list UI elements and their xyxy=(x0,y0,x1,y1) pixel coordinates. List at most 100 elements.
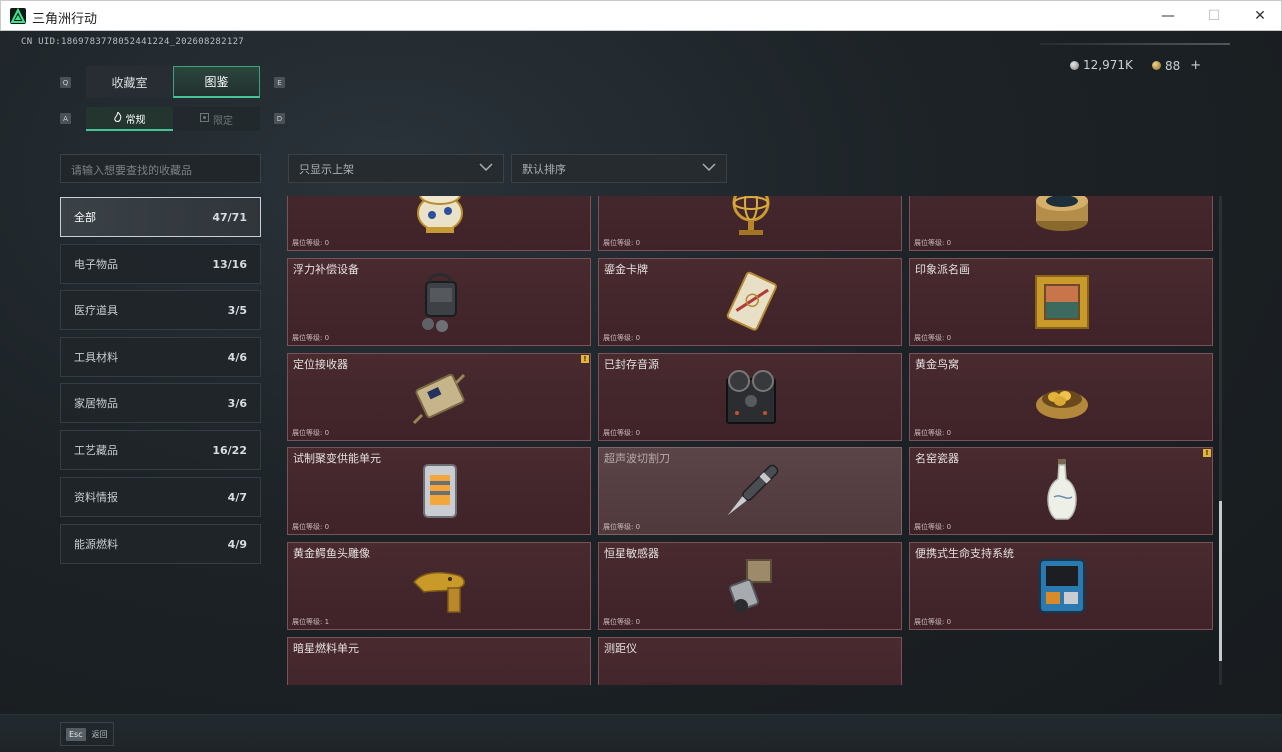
subtab-limited-label: 限定 xyxy=(213,115,233,127)
shelf-filter-dropdown[interactable]: 只显示上架 xyxy=(288,154,504,183)
category-electronics[interactable]: 电子物品 13/16 xyxy=(60,244,261,284)
category-medical[interactable]: 医疗道具 3/5 xyxy=(60,290,261,330)
collectible-card[interactable]: 印象派名画 展位等级: 0 xyxy=(909,258,1213,346)
display-level: 展位等级: 0 xyxy=(914,618,952,626)
category-count: 13/16 xyxy=(212,257,247,271)
add-currency-button[interactable]: + xyxy=(1190,58,1201,73)
fuel-cell-icon xyxy=(410,644,470,685)
collectible-card[interactable]: 便携式生命支持系统展位等级: 0 xyxy=(909,542,1213,630)
faberge-egg-icon xyxy=(410,196,470,246)
category-count: 4/9 xyxy=(227,537,247,551)
item-name: 名窑瓷器 xyxy=(915,452,959,465)
item-name: 测距仪 xyxy=(604,642,637,655)
warning-badge-icon: ! xyxy=(1203,449,1211,457)
maximize-button[interactable]: ☐ xyxy=(1191,1,1237,31)
category-label: 全部 xyxy=(74,211,96,224)
gold-amount: 88 xyxy=(1165,58,1181,73)
item-name: 浮力补偿设备 xyxy=(293,263,359,276)
category-all[interactable]: 全部 47/71 xyxy=(60,197,261,237)
subtab-limited[interactable]: 限定 xyxy=(173,107,260,131)
gps-receiver-icon xyxy=(410,360,470,436)
display-level: 展位等级: 0 xyxy=(603,618,641,626)
tab-catalog[interactable]: 图鉴 xyxy=(173,66,260,98)
minimize-button[interactable]: — xyxy=(1145,1,1191,31)
collectible-card[interactable]: 名窑瓷器展位等级: 0! xyxy=(909,447,1213,535)
display-level: 展位等级: 0 xyxy=(603,523,641,531)
item-name: 便携式生命支持系统 xyxy=(915,547,1014,560)
caviar-tin-icon xyxy=(1032,196,1092,246)
collectible-card[interactable]: 展位等级: 0 xyxy=(909,196,1213,251)
scrollbar-thumb[interactable] xyxy=(1219,501,1222,661)
key-hint-e: E xyxy=(274,77,285,88)
collectible-card[interactable]: 定位接收器 展位等级: 0! xyxy=(287,353,591,441)
life-support-icon xyxy=(1032,549,1092,625)
back-label: 返回 xyxy=(91,729,108,739)
category-label: 工艺藏品 xyxy=(74,444,118,457)
display-level: 展位等级: 0 xyxy=(914,523,952,531)
item-name: 暗星燃料单元 xyxy=(293,642,359,655)
close-button[interactable]: ✕ xyxy=(1237,1,1282,31)
category-count: 3/5 xyxy=(227,303,247,317)
gilded-card-icon xyxy=(721,265,781,341)
category-count: 47/71 xyxy=(212,210,247,224)
star-sensor-icon xyxy=(721,549,781,625)
subtab-regular-label: 常规 xyxy=(125,114,146,126)
collectible-card[interactable]: 黄金鸟窝 展位等级: 0 xyxy=(909,353,1213,441)
display-level: 展位等级: 0 xyxy=(914,334,952,342)
display-level: 展位等级: 0 xyxy=(292,334,330,342)
collectible-card[interactable]: 测距仪 xyxy=(598,637,902,685)
key-hint-a: A xyxy=(60,113,71,124)
footer-bar: Esc 返回 xyxy=(0,714,1282,752)
collectible-card[interactable]: 超声波切割刀 展位等级: 0 xyxy=(598,447,902,535)
collectible-card[interactable]: 试制聚变供能单元 展位等级: 0 xyxy=(287,447,591,535)
search-input[interactable]: 请输入想要查找的收藏品 xyxy=(60,154,261,183)
collectible-card[interactable]: 鎏金卡牌展位等级: 0 xyxy=(598,258,902,346)
collectible-card[interactable]: 已封存音源 展位等级: 0 xyxy=(598,353,902,441)
category-energy[interactable]: 能源燃料 4/9 xyxy=(60,524,261,564)
collectible-card[interactable]: 恒星敏感器展位等级: 0 xyxy=(598,542,902,630)
tab-collection-room[interactable]: 收藏室 xyxy=(86,66,173,98)
player-uid: CN UID:1869783778052441224_202608282127 xyxy=(21,37,245,47)
collectible-card[interactable]: 展位等级: 0 xyxy=(287,196,591,251)
category-crafts[interactable]: 工艺藏品 16/22 xyxy=(60,430,261,470)
game-viewport: CN UID:1869783778052441224_202608282127 … xyxy=(0,31,1282,752)
category-label: 资料情报 xyxy=(74,491,118,504)
key-hint-d: D xyxy=(274,113,285,124)
display-level: 展位等级: 0 xyxy=(603,429,641,437)
gold-currency: 88 + xyxy=(1152,58,1201,73)
category-label: 能源燃料 xyxy=(74,538,118,551)
sort-value: 默认排序 xyxy=(522,162,566,176)
display-level: 展位等级: 0 xyxy=(603,239,641,247)
item-name: 黄金鳄鱼头雕像 xyxy=(293,547,370,560)
buoyancy-device-icon xyxy=(410,265,470,341)
collectible-card[interactable]: 暗星燃料单元 xyxy=(287,637,591,685)
category-household[interactable]: 家居物品 3/6 xyxy=(60,383,261,423)
silver-currency: 12,971K xyxy=(1070,58,1133,72)
item-name: 恒星敏感器 xyxy=(604,547,659,560)
category-label: 家居物品 xyxy=(74,397,118,410)
display-level: 展位等级: 0 xyxy=(603,334,641,342)
back-button[interactable]: Esc 返回 xyxy=(60,722,114,746)
collectible-card[interactable]: 展位等级: 0 xyxy=(598,196,902,251)
item-name: 鎏金卡牌 xyxy=(604,263,648,276)
category-intel[interactable]: 资料情报 4/7 xyxy=(60,477,261,517)
esc-key-hint: Esc xyxy=(66,727,86,741)
reel-recorder-icon xyxy=(721,360,781,436)
collectible-card[interactable]: 浮力补偿设备展位等级: 0 xyxy=(287,258,591,346)
item-name: 定位接收器 xyxy=(293,358,348,371)
category-label: 医疗道具 xyxy=(74,304,118,317)
decorative-line xyxy=(1040,43,1230,45)
collectible-card[interactable]: 黄金鳄鱼头雕像 展位等级: 1 xyxy=(287,542,591,630)
display-level: 展位等级: 0 xyxy=(914,239,952,247)
golden-nest-icon xyxy=(1032,360,1092,436)
display-level: 展位等级: 0 xyxy=(292,523,330,531)
sort-dropdown[interactable]: 默认排序 xyxy=(511,154,727,183)
category-tools[interactable]: 工具材料 4/6 xyxy=(60,337,261,377)
category-label: 电子物品 xyxy=(74,258,118,271)
grid-scrollbar[interactable] xyxy=(1219,196,1222,685)
ultrasonic-knife-icon xyxy=(721,454,781,530)
subtab-regular[interactable]: 常规 xyxy=(86,107,173,131)
window-title: 三角洲行动 xyxy=(32,12,98,27)
chevron-down-icon xyxy=(479,162,493,175)
limited-icon xyxy=(200,113,209,125)
